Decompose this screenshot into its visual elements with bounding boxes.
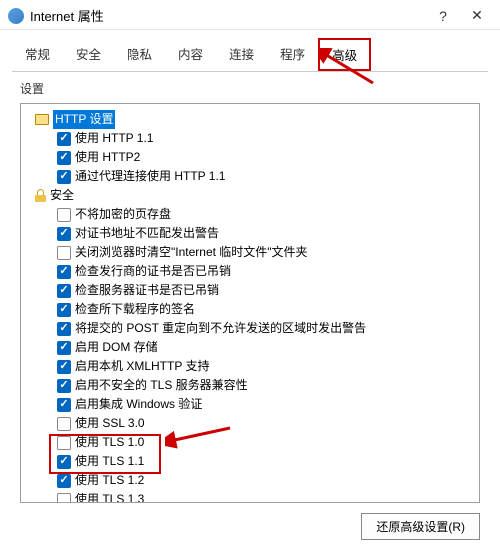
tab-general[interactable]: 常规 (12, 38, 63, 71)
tab-programs[interactable]: 程序 (267, 38, 318, 71)
opt-label: 使用 TLS 1.2 (75, 471, 144, 490)
tab-strip: 常规 安全 隐私 内容 连接 程序 高级 (0, 30, 500, 71)
folder-icon (35, 114, 49, 125)
app-icon (8, 8, 24, 24)
close-button[interactable]: ✕ (460, 7, 494, 24)
opt-post-redirect[interactable]: 将提交的 POST 重定向到不允许发送的区域时发出警告 (25, 319, 475, 338)
opt-label: 使用 HTTP2 (75, 148, 140, 167)
opt-http11[interactable]: 使用 HTTP 1.1 (25, 129, 475, 148)
opt-label: 对证书地址不匹配发出警告 (75, 224, 219, 243)
checkbox[interactable] (57, 132, 71, 146)
settings-label: 设置 (0, 72, 500, 103)
window-title: Internet 属性 (30, 6, 426, 25)
opt-xmlhttp[interactable]: 启用本机 XMLHTTP 支持 (25, 357, 475, 376)
opt-label: 使用 HTTP 1.1 (75, 129, 153, 148)
checkbox[interactable] (57, 284, 71, 298)
opt-check-srvrev[interactable]: 检查服务器证书是否已吊销 (25, 281, 475, 300)
tab-connections[interactable]: 连接 (216, 38, 267, 71)
tab-privacy[interactable]: 隐私 (114, 38, 165, 71)
opt-proxy-http11[interactable]: 通过代理连接使用 HTTP 1.1 (25, 167, 475, 186)
checkbox[interactable] (57, 417, 71, 431)
opt-check-dlsig[interactable]: 检查所下载程序的签名 (25, 300, 475, 319)
opt-label: 使用 TLS 1.1 (75, 452, 144, 471)
opt-label: 不将加密的页存盘 (75, 205, 171, 224)
opt-label: 检查发行商的证书是否已吊销 (75, 262, 231, 281)
checkbox[interactable] (57, 322, 71, 336)
tab-advanced[interactable]: 高级 (318, 38, 371, 71)
opt-label: 启用不安全的 TLS 服务器兼容性 (75, 376, 248, 395)
opt-no-encrypt[interactable]: 不将加密的页存盘 (25, 205, 475, 224)
opt-label: 检查服务器证书是否已吊销 (75, 281, 219, 300)
opt-label: 将提交的 POST 重定向到不允许发送的区域时发出警告 (75, 319, 366, 338)
settings-tree[interactable]: HTTP 设置 使用 HTTP 1.1 使用 HTTP2 通过代理连接使用 HT… (21, 104, 479, 503)
checkbox[interactable] (57, 341, 71, 355)
opt-tls10[interactable]: 使用 TLS 1.0 (25, 433, 475, 452)
help-button[interactable]: ? (426, 8, 460, 24)
opt-tls-compat[interactable]: 启用不安全的 TLS 服务器兼容性 (25, 376, 475, 395)
restore-defaults-button[interactable]: 还原高级设置(R) (361, 513, 480, 540)
opt-label: 启用本机 XMLHTTP 支持 (75, 357, 209, 376)
group-security-label: 安全 (50, 186, 74, 205)
checkbox[interactable] (57, 265, 71, 279)
opt-tls13[interactable]: 使用 TLS 1.3 (25, 490, 475, 503)
checkbox[interactable] (57, 436, 71, 450)
opt-label: 使用 TLS 1.3 (75, 490, 144, 503)
opt-dom-storage[interactable]: 启用 DOM 存储 (25, 338, 475, 357)
opt-label: 启用 DOM 存储 (75, 338, 158, 357)
opt-tls12[interactable]: 使用 TLS 1.2 (25, 471, 475, 490)
opt-http2[interactable]: 使用 HTTP2 (25, 148, 475, 167)
opt-check-revoke[interactable]: 检查发行商的证书是否已吊销 (25, 262, 475, 281)
opt-ssl30[interactable]: 使用 SSL 3.0 (25, 414, 475, 433)
opt-label: 关闭浏览器时清空"Internet 临时文件"文件夹 (75, 243, 308, 262)
checkbox[interactable] (57, 455, 71, 469)
checkbox[interactable] (57, 227, 71, 241)
lock-icon (35, 189, 46, 202)
opt-label: 使用 TLS 1.0 (75, 433, 144, 452)
opt-cert-mismatch[interactable]: 对证书地址不匹配发出警告 (25, 224, 475, 243)
opt-label: 通过代理连接使用 HTTP 1.1 (75, 167, 225, 186)
checkbox[interactable] (57, 170, 71, 184)
checkbox[interactable] (57, 303, 71, 317)
group-http: HTTP 设置 (25, 110, 475, 129)
checkbox[interactable] (57, 474, 71, 488)
opt-win-auth[interactable]: 启用集成 Windows 验证 (25, 395, 475, 414)
checkbox[interactable] (57, 360, 71, 374)
checkbox[interactable] (57, 151, 71, 165)
checkbox[interactable] (57, 208, 71, 222)
group-http-label: HTTP 设置 (53, 110, 115, 129)
opt-label: 检查所下载程序的签名 (75, 300, 195, 319)
checkbox[interactable] (57, 379, 71, 393)
opt-label: 启用集成 Windows 验证 (75, 395, 202, 414)
settings-panel: HTTP 设置 使用 HTTP 1.1 使用 HTTP2 通过代理连接使用 HT… (20, 103, 480, 503)
opt-tls11[interactable]: 使用 TLS 1.1 (25, 452, 475, 471)
tab-content[interactable]: 内容 (165, 38, 216, 71)
opt-label: 使用 SSL 3.0 (75, 414, 145, 433)
checkbox[interactable] (57, 493, 71, 504)
checkbox[interactable] (57, 246, 71, 260)
tab-security[interactable]: 安全 (63, 38, 114, 71)
opt-clear-temp[interactable]: 关闭浏览器时清空"Internet 临时文件"文件夹 (25, 243, 475, 262)
group-security: 安全 (25, 186, 475, 205)
checkbox[interactable] (57, 398, 71, 412)
